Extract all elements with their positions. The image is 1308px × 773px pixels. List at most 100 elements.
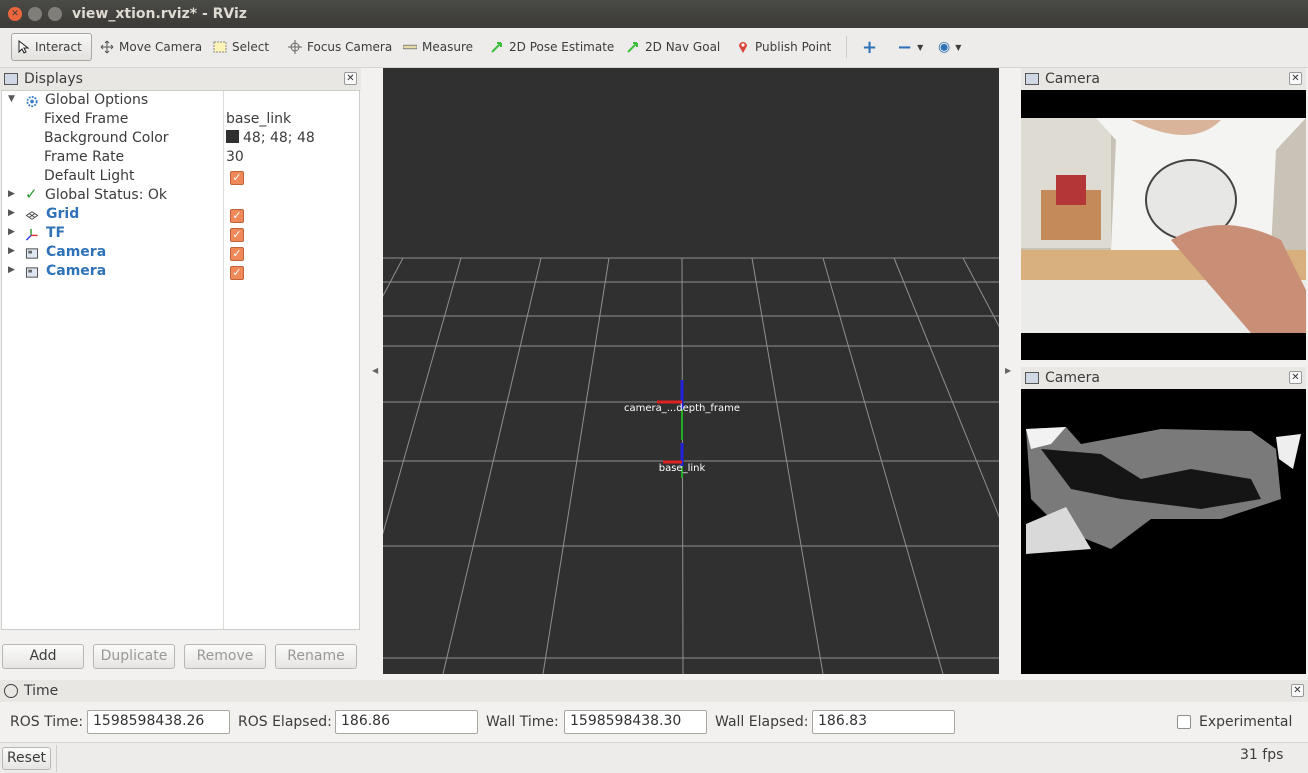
tree-row-tf[interactable]: ▶ TF ✓ — [2, 225, 359, 244]
interact-tool-button[interactable]: Interact — [11, 33, 92, 61]
close-panel-button[interactable]: ✕ — [344, 72, 357, 85]
experimental-checkbox[interactable] — [1177, 715, 1191, 729]
background-color-value[interactable]: 48; 48; 48 — [226, 130, 315, 146]
wall-time-field[interactable]: 1598598438.30 — [564, 710, 707, 734]
tree-row-camera-2[interactable]: ▶ Camera ✓ — [2, 263, 359, 282]
global-status-label: Global Status: Ok — [45, 187, 168, 203]
tree-row-grid[interactable]: ▶ Grid ✓ — [2, 206, 359, 225]
expand-arrow-icon[interactable]: ▶ — [8, 208, 15, 218]
rename-display-button[interactable]: Rename — [275, 644, 357, 669]
time-panel-title: Time — [24, 683, 59, 699]
close-window-button[interactable]: ✕ — [8, 7, 22, 21]
grid-icon — [25, 211, 39, 220]
fixed-frame-label: Fixed Frame — [44, 111, 129, 127]
green-arrow-icon — [627, 42, 638, 53]
wall-elapsed-field[interactable]: 186.83 — [812, 710, 955, 734]
clock-icon — [4, 684, 18, 698]
green-arrow-icon — [491, 42, 502, 53]
ros-time-field[interactable]: 1598598438.26 — [87, 710, 230, 734]
gear-icon — [26, 95, 38, 108]
focus-camera-tool-label: Focus Camera — [307, 40, 393, 54]
add-tool-button[interactable]: + — [858, 33, 881, 61]
time-panel-header: Time ✕ — [0, 680, 1308, 702]
tree-row-background-color[interactable]: Background Color 48; 48; 48 — [2, 130, 359, 149]
select-tool-button[interactable]: Select — [209, 33, 273, 61]
tf-checkbox[interactable]: ✓ — [230, 228, 244, 242]
camera-2-panel-header: Camera ✕ — [1021, 367, 1306, 389]
move-camera-tool-button[interactable]: Move Camera — [96, 33, 206, 61]
toolbar-separator — [846, 36, 847, 58]
ros-time-label: ROS Time: — [10, 714, 84, 730]
default-light-checkbox[interactable]: ✓ — [230, 171, 244, 185]
measure-tool-button[interactable]: Measure — [399, 33, 477, 61]
close-panel-button[interactable]: ✕ — [1289, 72, 1302, 85]
select-tool-label: Select — [232, 40, 270, 54]
expand-arrow-icon[interactable]: ▶ — [8, 189, 15, 199]
tree-row-global-options[interactable]: ▼ Global Options — [2, 92, 359, 111]
frame-rate-value[interactable]: 30 — [226, 149, 244, 165]
background-color-text: 48; 48; 48 — [243, 130, 315, 146]
status-message-area — [56, 745, 1234, 772]
minus-icon: − — [897, 36, 913, 58]
map-pin-icon — [739, 42, 747, 53]
ros-elapsed-field[interactable]: 186.86 — [335, 710, 478, 734]
publish-point-tool-label: Publish Point — [755, 40, 832, 54]
close-panel-button[interactable]: ✕ — [1289, 371, 1302, 384]
camera-icon — [1025, 73, 1039, 85]
camera-2-label: Camera — [46, 263, 107, 279]
minimize-window-button[interactable] — [28, 7, 42, 21]
measure-tool-label: Measure — [422, 40, 473, 54]
add-display-button[interactable]: Add — [2, 644, 84, 669]
maximize-window-button[interactable] — [48, 7, 62, 21]
tf-label: TF — [46, 225, 66, 241]
expand-arrow-icon[interactable]: ▶ — [8, 246, 15, 256]
camera-1-panel-header: Camera ✕ — [1021, 68, 1306, 90]
plus-icon: + — [862, 36, 878, 58]
displays-panel-header: Displays ✕ — [0, 68, 361, 90]
collapse-right-arrow-icon[interactable]: ▶ — [1005, 366, 1011, 375]
tree-row-global-status[interactable]: ▶ ✓ Global Status: Ok — [2, 185, 359, 206]
monitor-icon — [4, 73, 18, 85]
focus-camera-tool-button[interactable]: Focus Camera — [284, 33, 396, 61]
eye-icon: ◉ — [938, 39, 951, 55]
duplicate-display-button[interactable]: Duplicate — [93, 644, 175, 669]
collapse-left-arrow-icon[interactable]: ◀ — [372, 366, 378, 375]
expand-arrow-icon[interactable]: ▶ — [8, 227, 15, 237]
displays-tree: ▼ Global Options Fixed Frame base_link B… — [1, 90, 360, 630]
view-options-button[interactable]: ◉ ▼ — [934, 33, 965, 61]
remove-tool-button[interactable]: − ▼ — [893, 33, 927, 61]
nav-goal-tool-label: 2D Nav Goal — [645, 40, 721, 54]
close-panel-button[interactable]: ✕ — [1291, 684, 1304, 697]
fixed-frame-value[interactable]: base_link — [226, 111, 291, 127]
rgb-camera-feed — [1021, 118, 1306, 333]
tree-row-default-light[interactable]: Default Light ✓ — [2, 168, 359, 187]
reset-button[interactable]: Reset — [2, 747, 51, 770]
camera-icon — [1025, 372, 1039, 384]
tf-frame-label-base: base_link — [659, 463, 706, 474]
camera-1-checkbox[interactable]: ✓ — [230, 247, 244, 261]
tree-row-fixed-frame[interactable]: Fixed Frame base_link — [2, 111, 359, 130]
remove-display-button[interactable]: Remove — [184, 644, 266, 669]
render-3d-view[interactable]: camera_...depth_frame base_link — [383, 68, 999, 674]
wall-elapsed-label: Wall Elapsed: — [715, 714, 809, 730]
nav-goal-tool-button[interactable]: 2D Nav Goal — [622, 33, 724, 61]
tree-row-camera-1[interactable]: ▶ Camera ✓ — [2, 244, 359, 263]
camera-2-checkbox[interactable]: ✓ — [230, 266, 244, 280]
grid-checkbox[interactable]: ✓ — [230, 209, 244, 223]
check-icon: ✓ — [25, 185, 38, 203]
tree-row-frame-rate[interactable]: Frame Rate 30 — [2, 149, 359, 168]
expand-arrow-icon[interactable]: ▼ — [8, 94, 15, 104]
depth-camera-feed — [1026, 427, 1301, 554]
publish-point-tool-button[interactable]: Publish Point — [732, 33, 835, 61]
pose-estimate-tool-button[interactable]: 2D Pose Estimate — [486, 33, 618, 61]
interact-tool-label: Interact — [35, 40, 82, 54]
camera-icon — [25, 248, 39, 259]
expand-arrow-icon[interactable]: ▶ — [8, 265, 15, 275]
fps-counter: 31 fps — [1240, 747, 1284, 763]
move-camera-tool-label: Move Camera — [119, 40, 203, 54]
move-icon — [100, 40, 114, 54]
camera-1-label: Camera — [46, 244, 107, 260]
title-bar: ✕ view_xtion.rviz* - RViz — [0, 0, 1308, 28]
global-options-label: Global Options — [45, 92, 149, 108]
grid-render: camera_...depth_frame base_link — [383, 257, 999, 674]
